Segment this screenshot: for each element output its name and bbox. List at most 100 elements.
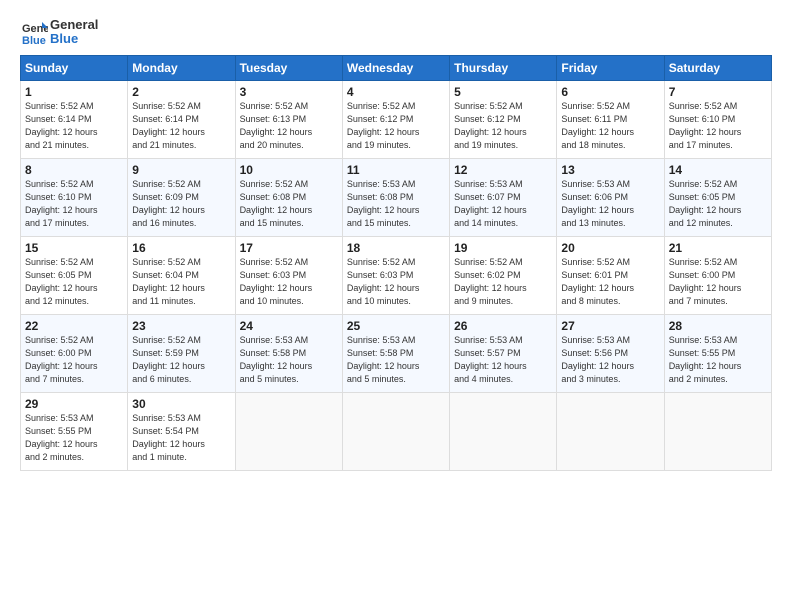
day-cell: [342, 392, 449, 470]
day-info: Sunrise: 5:53 AM Sunset: 5:58 PM Dayligh…: [347, 334, 445, 386]
day-number: 4: [347, 85, 445, 99]
day-number: 19: [454, 241, 552, 255]
day-number: 10: [240, 163, 338, 177]
day-number: 29: [25, 397, 123, 411]
day-number: 9: [132, 163, 230, 177]
day-number: 15: [25, 241, 123, 255]
day-cell: 15Sunrise: 5:52 AM Sunset: 6:05 PM Dayli…: [21, 236, 128, 314]
day-cell: 9Sunrise: 5:52 AM Sunset: 6:09 PM Daylig…: [128, 158, 235, 236]
day-number: 2: [132, 85, 230, 99]
day-cell: 21Sunrise: 5:52 AM Sunset: 6:00 PM Dayli…: [664, 236, 771, 314]
day-info: Sunrise: 5:52 AM Sunset: 6:13 PM Dayligh…: [240, 100, 338, 152]
day-info: Sunrise: 5:53 AM Sunset: 6:08 PM Dayligh…: [347, 178, 445, 230]
day-cell: 7Sunrise: 5:52 AM Sunset: 6:10 PM Daylig…: [664, 80, 771, 158]
day-info: Sunrise: 5:53 AM Sunset: 6:06 PM Dayligh…: [561, 178, 659, 230]
day-info: Sunrise: 5:52 AM Sunset: 6:11 PM Dayligh…: [561, 100, 659, 152]
day-cell: 25Sunrise: 5:53 AM Sunset: 5:58 PM Dayli…: [342, 314, 449, 392]
day-cell: 27Sunrise: 5:53 AM Sunset: 5:56 PM Dayli…: [557, 314, 664, 392]
day-cell: 19Sunrise: 5:52 AM Sunset: 6:02 PM Dayli…: [450, 236, 557, 314]
day-number: 16: [132, 241, 230, 255]
weekday-header-thursday: Thursday: [450, 55, 557, 80]
logo-general: General: [50, 18, 98, 32]
day-number: 1: [25, 85, 123, 99]
day-cell: 10Sunrise: 5:52 AM Sunset: 6:08 PM Dayli…: [235, 158, 342, 236]
day-number: 3: [240, 85, 338, 99]
day-cell: [664, 392, 771, 470]
day-cell: 17Sunrise: 5:52 AM Sunset: 6:03 PM Dayli…: [235, 236, 342, 314]
svg-text:Blue: Blue: [22, 35, 46, 46]
weekday-header-tuesday: Tuesday: [235, 55, 342, 80]
day-number: 5: [454, 85, 552, 99]
day-info: Sunrise: 5:53 AM Sunset: 6:07 PM Dayligh…: [454, 178, 552, 230]
day-number: 30: [132, 397, 230, 411]
day-number: 12: [454, 163, 552, 177]
day-info: Sunrise: 5:52 AM Sunset: 6:10 PM Dayligh…: [25, 178, 123, 230]
week-row-4: 22Sunrise: 5:52 AM Sunset: 6:00 PM Dayli…: [21, 314, 772, 392]
day-cell: 20Sunrise: 5:52 AM Sunset: 6:01 PM Dayli…: [557, 236, 664, 314]
day-number: 23: [132, 319, 230, 333]
day-info: Sunrise: 5:52 AM Sunset: 6:09 PM Dayligh…: [132, 178, 230, 230]
day-info: Sunrise: 5:52 AM Sunset: 6:02 PM Dayligh…: [454, 256, 552, 308]
day-info: Sunrise: 5:52 AM Sunset: 6:04 PM Dayligh…: [132, 256, 230, 308]
week-row-5: 29Sunrise: 5:53 AM Sunset: 5:55 PM Dayli…: [21, 392, 772, 470]
day-cell: 1Sunrise: 5:52 AM Sunset: 6:14 PM Daylig…: [21, 80, 128, 158]
day-info: Sunrise: 5:53 AM Sunset: 5:56 PM Dayligh…: [561, 334, 659, 386]
day-cell: 11Sunrise: 5:53 AM Sunset: 6:08 PM Dayli…: [342, 158, 449, 236]
day-cell: 4Sunrise: 5:52 AM Sunset: 6:12 PM Daylig…: [342, 80, 449, 158]
weekday-header-sunday: Sunday: [21, 55, 128, 80]
day-info: Sunrise: 5:52 AM Sunset: 6:12 PM Dayligh…: [454, 100, 552, 152]
day-number: 14: [669, 163, 767, 177]
day-info: Sunrise: 5:53 AM Sunset: 5:54 PM Dayligh…: [132, 412, 230, 464]
day-number: 8: [25, 163, 123, 177]
day-cell: 3Sunrise: 5:52 AM Sunset: 6:13 PM Daylig…: [235, 80, 342, 158]
day-cell: 28Sunrise: 5:53 AM Sunset: 5:55 PM Dayli…: [664, 314, 771, 392]
calendar-table: SundayMondayTuesdayWednesdayThursdayFrid…: [20, 55, 772, 471]
day-info: Sunrise: 5:52 AM Sunset: 6:14 PM Dayligh…: [25, 100, 123, 152]
weekday-header-wednesday: Wednesday: [342, 55, 449, 80]
day-cell: 5Sunrise: 5:52 AM Sunset: 6:12 PM Daylig…: [450, 80, 557, 158]
day-info: Sunrise: 5:52 AM Sunset: 6:10 PM Dayligh…: [669, 100, 767, 152]
day-cell: 26Sunrise: 5:53 AM Sunset: 5:57 PM Dayli…: [450, 314, 557, 392]
day-cell: 24Sunrise: 5:53 AM Sunset: 5:58 PM Dayli…: [235, 314, 342, 392]
day-info: Sunrise: 5:52 AM Sunset: 6:12 PM Dayligh…: [347, 100, 445, 152]
day-info: Sunrise: 5:52 AM Sunset: 6:00 PM Dayligh…: [25, 334, 123, 386]
day-cell: [450, 392, 557, 470]
day-cell: 13Sunrise: 5:53 AM Sunset: 6:06 PM Dayli…: [557, 158, 664, 236]
weekday-header-row: SundayMondayTuesdayWednesdayThursdayFrid…: [21, 55, 772, 80]
day-cell: 14Sunrise: 5:52 AM Sunset: 6:05 PM Dayli…: [664, 158, 771, 236]
day-cell: 18Sunrise: 5:52 AM Sunset: 6:03 PM Dayli…: [342, 236, 449, 314]
day-cell: 22Sunrise: 5:52 AM Sunset: 6:00 PM Dayli…: [21, 314, 128, 392]
day-number: 20: [561, 241, 659, 255]
day-info: Sunrise: 5:53 AM Sunset: 5:58 PM Dayligh…: [240, 334, 338, 386]
day-number: 18: [347, 241, 445, 255]
logo: General Blue General Blue: [20, 18, 98, 47]
day-number: 11: [347, 163, 445, 177]
logo-icon: General Blue: [20, 18, 48, 46]
day-number: 7: [669, 85, 767, 99]
page: General Blue General Blue SundayMondayTu…: [0, 0, 792, 612]
day-info: Sunrise: 5:53 AM Sunset: 5:57 PM Dayligh…: [454, 334, 552, 386]
day-number: 28: [669, 319, 767, 333]
day-cell: 8Sunrise: 5:52 AM Sunset: 6:10 PM Daylig…: [21, 158, 128, 236]
week-row-1: 1Sunrise: 5:52 AM Sunset: 6:14 PM Daylig…: [21, 80, 772, 158]
day-cell: 2Sunrise: 5:52 AM Sunset: 6:14 PM Daylig…: [128, 80, 235, 158]
day-number: 17: [240, 241, 338, 255]
day-cell: 23Sunrise: 5:52 AM Sunset: 5:59 PM Dayli…: [128, 314, 235, 392]
day-number: 26: [454, 319, 552, 333]
weekday-header-monday: Monday: [128, 55, 235, 80]
day-number: 6: [561, 85, 659, 99]
day-cell: 16Sunrise: 5:52 AM Sunset: 6:04 PM Dayli…: [128, 236, 235, 314]
day-info: Sunrise: 5:53 AM Sunset: 5:55 PM Dayligh…: [25, 412, 123, 464]
day-info: Sunrise: 5:52 AM Sunset: 6:08 PM Dayligh…: [240, 178, 338, 230]
day-number: 27: [561, 319, 659, 333]
day-info: Sunrise: 5:52 AM Sunset: 6:00 PM Dayligh…: [669, 256, 767, 308]
week-row-2: 8Sunrise: 5:52 AM Sunset: 6:10 PM Daylig…: [21, 158, 772, 236]
logo-blue: Blue: [50, 32, 98, 46]
day-info: Sunrise: 5:52 AM Sunset: 6:01 PM Dayligh…: [561, 256, 659, 308]
day-number: 24: [240, 319, 338, 333]
day-cell: [235, 392, 342, 470]
day-info: Sunrise: 5:52 AM Sunset: 6:03 PM Dayligh…: [347, 256, 445, 308]
day-number: 21: [669, 241, 767, 255]
day-info: Sunrise: 5:52 AM Sunset: 6:14 PM Dayligh…: [132, 100, 230, 152]
day-number: 22: [25, 319, 123, 333]
